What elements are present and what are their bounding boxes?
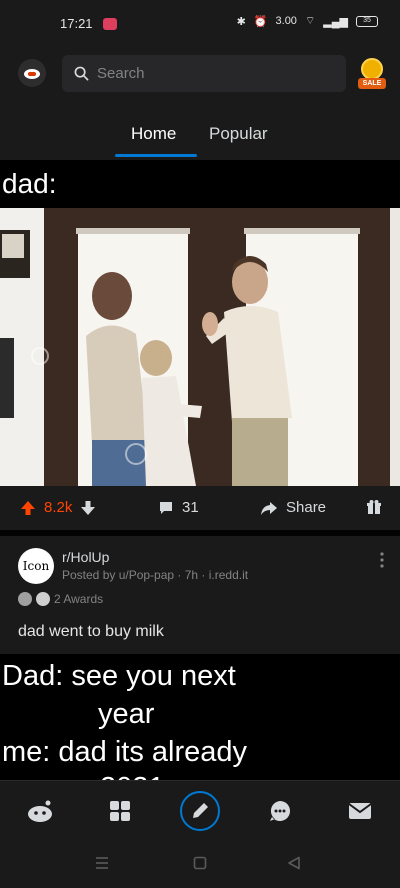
nav-communities[interactable]: [102, 793, 138, 829]
sale-badge: SALE: [358, 78, 386, 89]
search-icon: [74, 66, 89, 81]
system-nav-bar: [0, 840, 400, 888]
coin-icon: [361, 58, 383, 80]
meme-header: dad:: [0, 160, 400, 208]
status-icons: ✱ ⏰ 3.00 ⌔ ▂▄▆ 35: [237, 14, 378, 28]
recents-icon[interactable]: [94, 856, 110, 870]
comment-icon: [160, 501, 172, 514]
create-icon: [193, 803, 208, 818]
share-label: Share: [286, 499, 327, 516]
status-bar: 17:21 ✱ ⏰ 3.00 ⌔ ▂▄▆ 35: [0, 0, 400, 50]
award-button[interactable]: [366, 499, 382, 515]
meme-top-text: dad:: [2, 168, 57, 199]
nav-home[interactable]: [22, 793, 58, 829]
coin-sale-button[interactable]: SALE: [358, 58, 386, 92]
share-icon: [261, 501, 277, 515]
caption-line-1: Dad: see you next: [2, 660, 236, 692]
search-placeholder: Search: [97, 65, 145, 82]
signal-icon: ▂▄▆: [323, 15, 348, 28]
award-icon: [18, 592, 32, 606]
post-image-illustration: [0, 208, 400, 486]
post-action-bar: 8.2k 31 Share: [0, 486, 400, 530]
nav-chat[interactable]: [262, 793, 298, 829]
comments-count: 31: [182, 499, 199, 516]
post-title[interactable]: dad went to buy milk: [18, 623, 164, 641]
upvote-icon[interactable]: [20, 500, 36, 516]
tab-popular[interactable]: Popular: [209, 124, 268, 144]
subreddit-avatar[interactable]: Icon: [18, 548, 54, 584]
gift-icon: [367, 500, 381, 514]
bottom-nav: [0, 780, 400, 840]
share-button[interactable]: Share: [260, 499, 326, 516]
battery-icon: 35: [356, 15, 378, 27]
home-icon: [28, 800, 52, 822]
tab-home[interactable]: Home: [131, 124, 176, 144]
meme-caption[interactable]: Dad: see you next year me: dad its alrea…: [0, 654, 400, 780]
vote-group: 8.2k: [20, 499, 96, 516]
subreddit-name[interactable]: r/HolUp: [62, 549, 109, 565]
alarm-icon: ⏰: [253, 15, 268, 28]
awards-row[interactable]: 2 Awards: [18, 592, 103, 606]
communities-icon: [110, 801, 130, 821]
feed-tabs: Home Popular: [0, 112, 400, 158]
top-bar: Search SALE: [0, 50, 400, 100]
awards-count: 2 Awards: [54, 592, 104, 606]
caption-line-2: year: [98, 698, 155, 730]
award-icon: [36, 592, 50, 606]
search-input[interactable]: Search: [62, 55, 346, 92]
home-square-icon[interactable]: [193, 856, 207, 870]
wifi-icon: ⌔: [304, 15, 316, 27]
nav-create[interactable]: [180, 791, 220, 831]
upvote-count: 8.2k: [44, 499, 73, 516]
nav-inbox[interactable]: [342, 793, 378, 829]
status-time: 17:21: [60, 16, 93, 31]
notification-badge-icon: [103, 18, 117, 30]
post-meta: Posted by u/Pop-pap · 7h · i.redd.it: [62, 568, 249, 582]
caption-line-3: me: dad its already: [2, 736, 248, 768]
comments-button[interactable]: 31: [158, 499, 199, 516]
post-card[interactable]: Icon r/HolUp Posted by u/Pop-pap · 7h · …: [0, 536, 400, 654]
network-speed: 3.00: [275, 15, 297, 27]
inbox-icon: [348, 803, 372, 819]
downvote-icon[interactable]: [80, 500, 96, 516]
back-icon[interactable]: [287, 856, 301, 870]
post-image[interactable]: [0, 208, 400, 486]
bluetooth-icon: ✱: [236, 15, 246, 28]
reddit-avatar-icon[interactable]: [18, 59, 46, 87]
active-tab-indicator: [115, 154, 197, 157]
chat-icon: [270, 801, 290, 821]
overflow-menu-icon[interactable]: [380, 552, 384, 568]
caption-line-4: 2021: [100, 772, 165, 780]
